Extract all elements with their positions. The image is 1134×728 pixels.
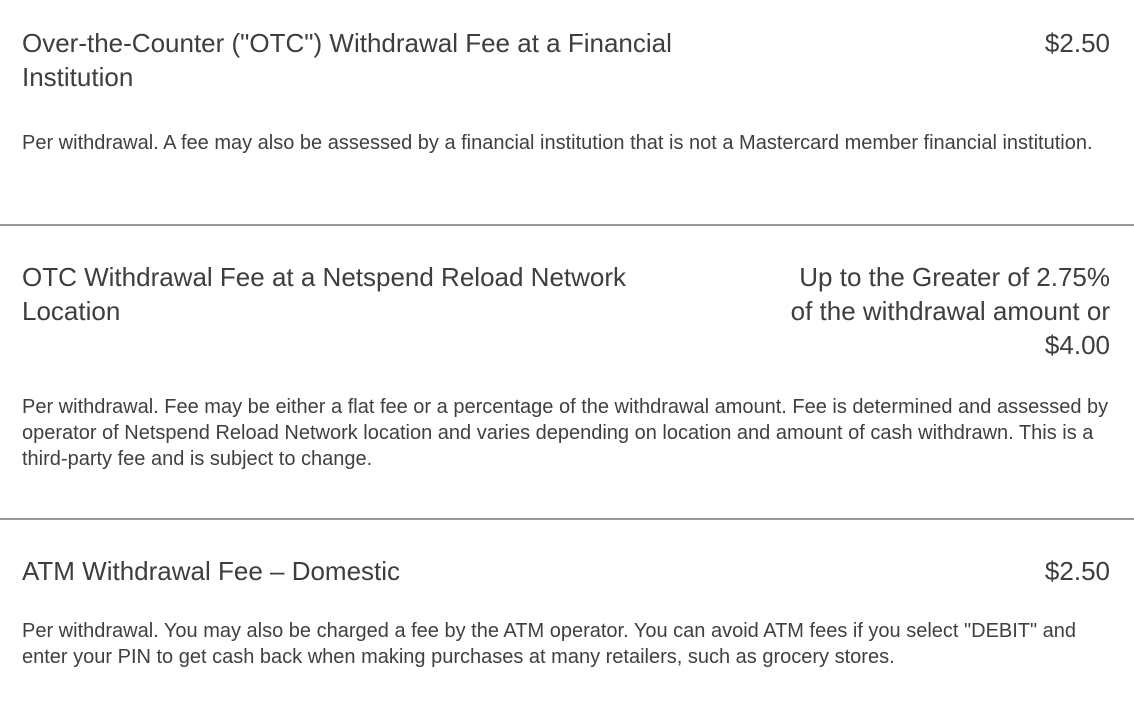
fee-header: OTC Withdrawal Fee at a Netspend Reload … [22,260,1110,362]
fee-amount: Up to the Greater of 2.75% of the withdr… [790,262,1110,360]
fee-description: Per withdrawal. Fee may be either a flat… [22,396,1109,470]
fee-item-atm-domestic: ATM Withdrawal Fee – Domestic $2.50 Per … [0,554,1134,670]
fee-header: ATM Withdrawal Fee – Domestic $2.50 [22,554,1110,588]
fee-item-otc-reload-network: OTC Withdrawal Fee at a Netspend Reload … [0,260,1134,472]
fee-description: Per withdrawal. You may also be charged … [22,620,1077,668]
section-divider [0,518,1134,520]
fee-title: ATM Withdrawal Fee – Domestic [22,556,401,586]
section-divider [0,224,1134,226]
fee-amount: $2.50 [1044,28,1110,58]
fee-description: Per withdrawal. A fee may also be assess… [22,132,1093,154]
fee-amount: $2.50 [1044,556,1110,586]
fee-item-otc-financial-institution: Over-the-Counter ("OTC") Withdrawal Fee … [0,26,1134,156]
fee-title: OTC Withdrawal Fee at a Netspend Reload … [22,262,627,326]
fee-title: Over-the-Counter ("OTC") Withdrawal Fee … [22,28,672,92]
fee-header: Over-the-Counter ("OTC") Withdrawal Fee … [22,26,1110,94]
